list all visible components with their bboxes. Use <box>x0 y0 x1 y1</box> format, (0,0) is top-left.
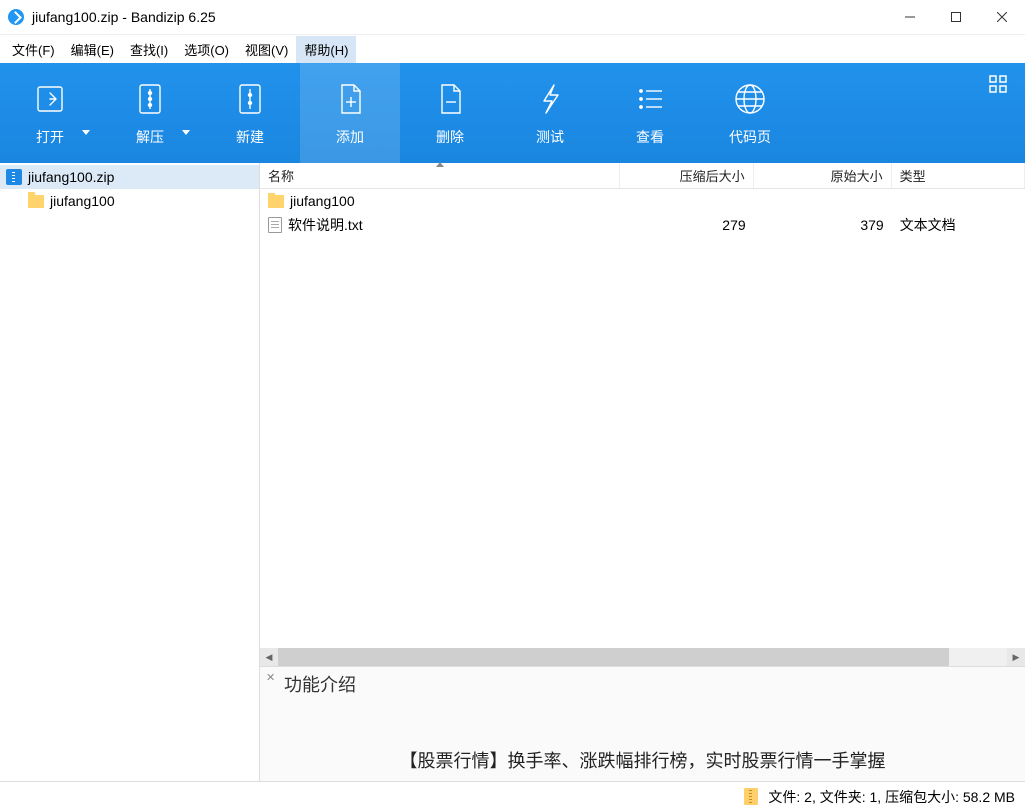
scroll-left-icon[interactable]: ◀ <box>260 648 278 666</box>
toolbar-add-label: 添加 <box>336 127 364 147</box>
app-icon <box>8 9 24 25</box>
list-item[interactable]: 软件说明.txt 279 379 文本文档 <box>260 213 1025 237</box>
open-icon <box>30 79 70 119</box>
delete-icon <box>430 79 470 119</box>
window-buttons <box>887 0 1025 34</box>
info-close-icon[interactable]: ✕ <box>266 671 275 684</box>
toolbar-extract-label: 解压 <box>136 127 164 147</box>
col-original[interactable]: 原始大小 <box>754 163 892 188</box>
toolbar-test[interactable]: 测试 <box>500 63 600 163</box>
tree-child[interactable]: jiufang100 <box>0 189 259 213</box>
toolbar-codepage-label: 代码页 <box>729 127 771 147</box>
toolbar-codepage[interactable]: 代码页 <box>700 63 800 163</box>
toolbar-test-label: 测试 <box>536 127 564 147</box>
test-icon <box>530 79 570 119</box>
col-compressed[interactable]: 压缩后大小 <box>620 163 753 188</box>
file-list[interactable]: jiufang100 软件说明.txt 279 379 文本文档 <box>260 189 1025 648</box>
folder-icon <box>28 195 44 208</box>
file-name: jiufang100 <box>290 193 355 209</box>
menu-help[interactable]: 帮助(H) <box>296 36 356 63</box>
file-list-pane: 名称 压缩后大小 原始大小 类型 jiufang100 软件说明.txt <box>260 163 1025 781</box>
folder-icon <box>268 195 284 208</box>
toolbar-extract[interactable]: 解压 <box>100 63 200 163</box>
scroll-track[interactable] <box>278 648 1007 666</box>
toolbar-new[interactable]: 新建 <box>200 63 300 163</box>
info-panel: ✕ 功能介绍 【股票行情】换手率、涨跌幅排行榜，实时股票行情一手掌握 <box>260 666 1025 781</box>
file-original: 379 <box>754 217 892 233</box>
info-message: 【股票行情】换手率、涨跌幅排行榜，实时股票行情一手掌握 <box>268 747 1017 773</box>
toolbar-open-label: 打开 <box>36 127 64 147</box>
toolbar-add[interactable]: 添加 <box>300 63 400 163</box>
toolbar-view-label: 查看 <box>636 127 664 147</box>
status-bar: 文件: 2, 文件夹: 1, 压缩包大小: 58.2 MB <box>0 781 1025 811</box>
menu-options[interactable]: 选项(O) <box>176 36 237 63</box>
new-icon <box>230 79 270 119</box>
list-item[interactable]: jiufang100 <box>260 189 1025 213</box>
main-area: jiufang100.zip jiufang100 名称 压缩后大小 原始大小 … <box>0 163 1025 781</box>
archive-icon <box>744 788 758 805</box>
toolbar-new-label: 新建 <box>236 127 264 147</box>
col-name[interactable]: 名称 <box>260 163 620 188</box>
menu-edit[interactable]: 编辑(E) <box>63 36 122 63</box>
toolbar-open[interactable]: 打开 <box>0 63 100 163</box>
menu-file[interactable]: 文件(F) <box>4 36 63 63</box>
scroll-right-icon[interactable]: ▶ <box>1007 648 1025 666</box>
minimize-button[interactable] <box>887 0 933 34</box>
info-title: 功能介绍 <box>284 671 1017 697</box>
column-headers: 名称 压缩后大小 原始大小 类型 <box>260 163 1025 189</box>
tree-root-label: jiufang100.zip <box>28 169 114 185</box>
tree-child-label: jiufang100 <box>50 193 115 209</box>
menubar: 文件(F) 编辑(E) 查找(I) 选项(O) 视图(V) 帮助(H) <box>0 35 1025 63</box>
tree-root[interactable]: jiufang100.zip <box>0 165 259 189</box>
maximize-button[interactable] <box>933 0 979 34</box>
toolbar: 打开 解压 新建 添加 删除 测试 查看 代码页 <box>0 63 1025 163</box>
menu-view[interactable]: 视图(V) <box>237 36 296 63</box>
window-title: jiufang100.zip - Bandizip 6.25 <box>32 9 887 25</box>
horizontal-scrollbar[interactable]: ◀ ▶ <box>260 648 1025 666</box>
view-icon <box>630 79 670 119</box>
text-file-icon <box>268 217 282 233</box>
toolbar-delete-label: 删除 <box>436 127 464 147</box>
folder-tree[interactable]: jiufang100.zip jiufang100 <box>0 163 260 781</box>
menu-find[interactable]: 查找(I) <box>122 36 176 63</box>
extract-icon <box>130 79 170 119</box>
close-button[interactable] <box>979 0 1025 34</box>
status-text: 文件: 2, 文件夹: 1, 压缩包大小: 58.2 MB <box>768 787 1015 807</box>
col-type[interactable]: 类型 <box>892 163 1025 188</box>
toolbar-view[interactable]: 查看 <box>600 63 700 163</box>
titlebar: jiufang100.zip - Bandizip 6.25 <box>0 0 1025 35</box>
toolbar-expand-icon[interactable] <box>989 75 1007 93</box>
file-type: 文本文档 <box>892 215 1025 235</box>
scroll-thumb[interactable] <box>278 648 949 666</box>
file-compressed: 279 <box>620 217 753 233</box>
add-icon <box>330 79 370 119</box>
file-name: 软件说明.txt <box>288 215 363 235</box>
toolbar-delete[interactable]: 删除 <box>400 63 500 163</box>
codepage-icon <box>730 79 770 119</box>
zip-icon <box>6 169 22 185</box>
